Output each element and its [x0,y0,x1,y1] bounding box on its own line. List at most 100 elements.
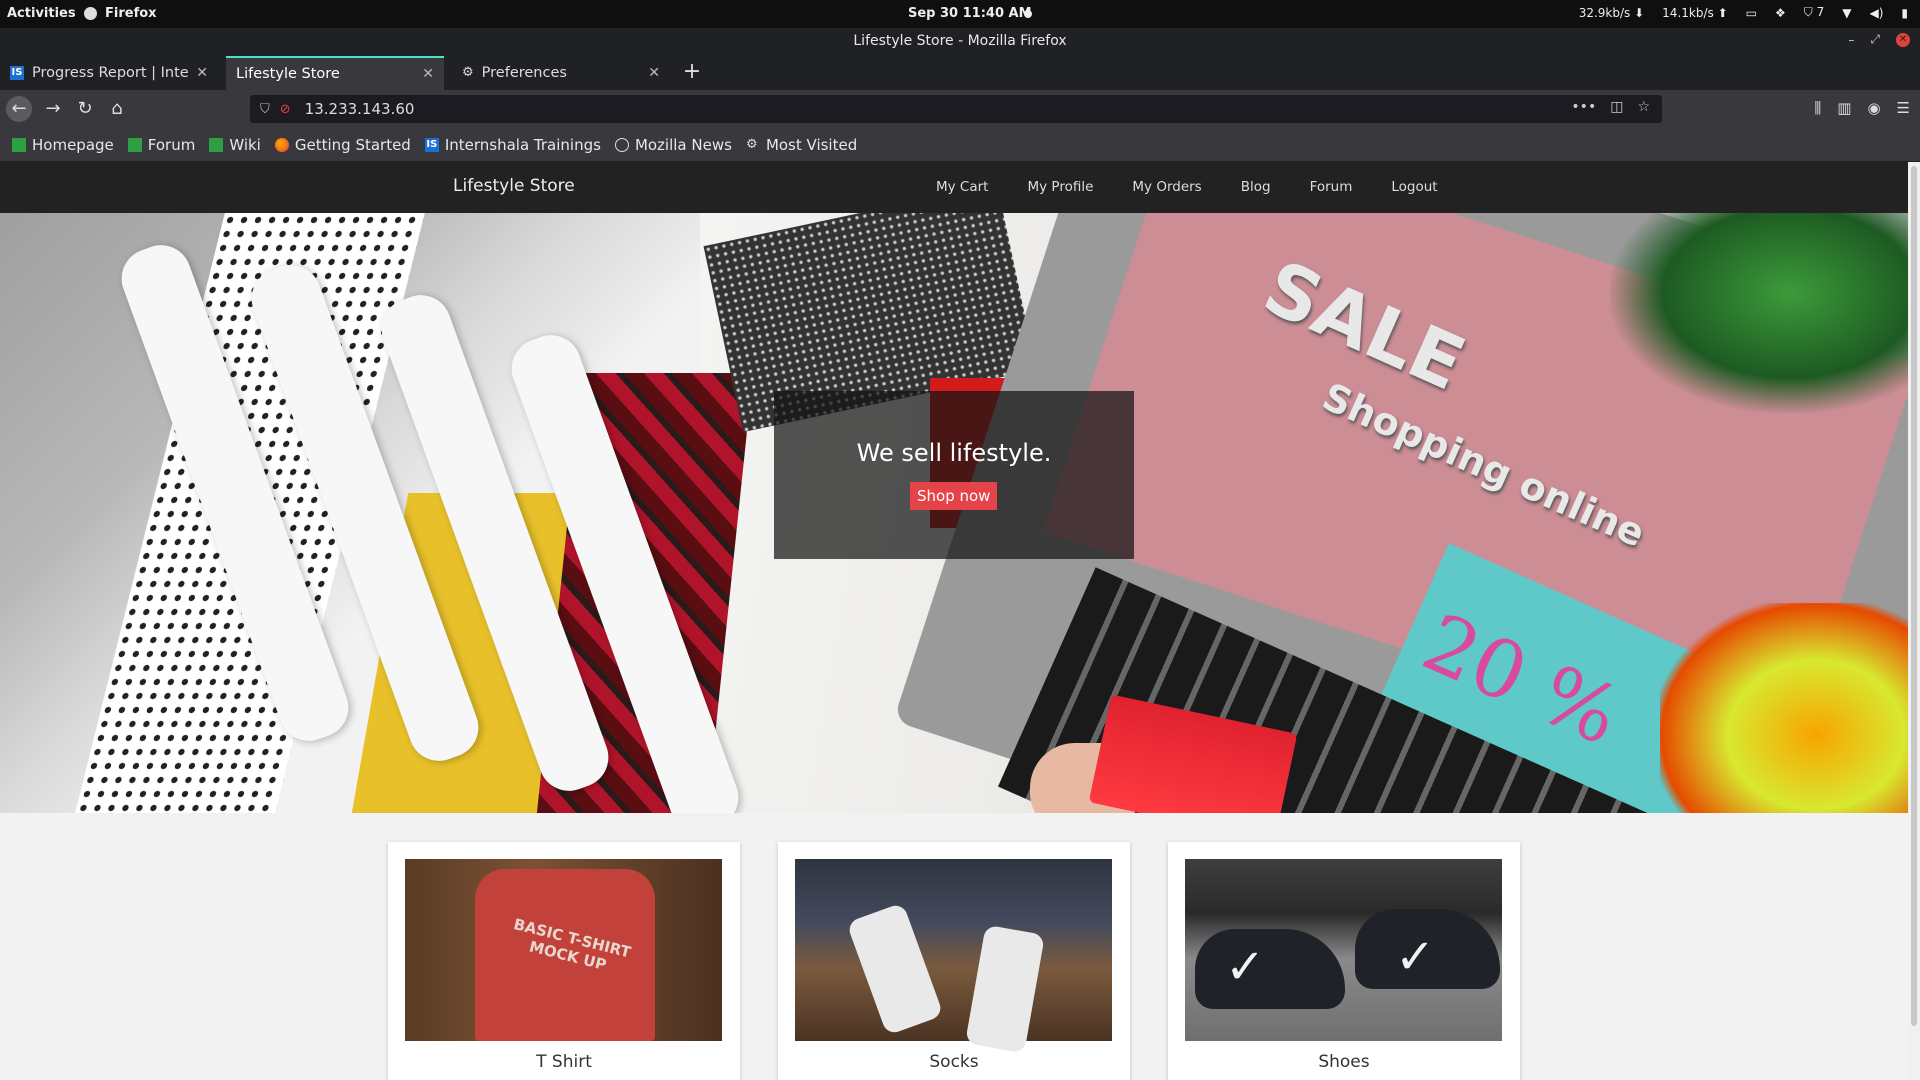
bookmark-star-icon[interactable]: ☆ [1637,99,1650,115]
site-brand[interactable]: Lifestyle Store [453,176,575,196]
swoosh-logo: ✓ [1225,939,1266,995]
tab-progress-report[interactable]: IS Progress Report | Interr ✕ [0,56,218,90]
socks-image[interactable] [795,859,1112,1054]
window-title-bar: Lifestyle Store - Mozilla Firefox – ⤢ ✕ [0,28,1920,56]
product-caption[interactable]: Socks [778,1052,1130,1072]
shield-count: 7 [1816,5,1825,19]
app-menu[interactable]: Firefox [84,6,157,21]
scarf-image [1660,603,1908,813]
library-icon[interactable]: ⫼ [1814,99,1821,117]
home-button[interactable]: ⌂ [104,96,130,122]
hero-banner: SALE Shopping online 20 % We sell lifest… [0,213,1908,813]
address-bar-actions: ••• ◫ ☆ [1571,99,1650,115]
close-icon[interactable]: ✕ [422,66,434,82]
forward-button[interactable]: → [40,96,66,122]
sidebar-icon[interactable]: ▥ [1837,99,1851,117]
battery-icon[interactable]: ▮ [1901,6,1908,20]
wifi-icon[interactable]: ▼ [1842,6,1851,20]
window-controls: – ⤢ ✕ [1848,32,1910,47]
bookmark-internshala-trainings[interactable]: IS Internshala Trainings [424,135,601,154]
tab-label: Preferences [481,65,567,81]
shop-now-button[interactable]: Shop now [910,482,998,510]
minimize-icon[interactable]: – [1848,33,1854,47]
web-page: Lifestyle Store My Cart My Profile My Or… [0,162,1908,1080]
gear-icon: ⚙ [462,65,474,80]
gear-icon: ⚙ [745,136,758,152]
hero-headline: We sell lifestyle. [856,439,1052,467]
sock-right [965,924,1045,1054]
url-text[interactable]: 13.233.143.60 [305,100,415,118]
nav-my-cart[interactable]: My Cart [936,179,988,195]
nav-blog[interactable]: Blog [1241,179,1271,195]
nav-my-orders[interactable]: My Orders [1132,179,1201,195]
bookmark-wiki[interactable]: Wiki [209,136,261,154]
page-scrollbar[interactable] [1908,162,1920,1080]
internshala-icon: IS [424,137,439,152]
bookmark-homepage[interactable]: Homepage [12,136,114,154]
shoes-image[interactable]: ✓ ✓ [1185,859,1502,1041]
keyboard-icon[interactable]: ▭ [1746,6,1757,20]
system-tray[interactable]: 32.9kb/s ⬇ 14.1kb/s ⬆ ▭ ❖ ⛉ 7 ▼ ◀) ▮ [1579,5,1908,20]
tab-label: Lifestyle Store [236,66,340,82]
shield-icon[interactable]: ⛉ [260,102,270,117]
insecure-lock-icon[interactable]: ⊘ [280,102,291,117]
nav-my-profile[interactable]: My Profile [1027,179,1093,195]
bookmark-label: Most Visited [765,135,858,154]
tab-preferences[interactable]: ⚙ Preferences ✕ [452,56,670,90]
bookmark-getting-started[interactable]: Getting Started [274,136,411,154]
tab-lifestyle-store[interactable]: Lifestyle Store ✕ [226,56,444,90]
arrow-up-icon: ⬆ [1717,5,1728,20]
new-tab-button[interactable]: + [680,60,704,86]
nav-logout[interactable]: Logout [1391,179,1437,195]
pocket-icon[interactable]: ◫ [1610,99,1623,115]
product-caption[interactable]: T Shirt [388,1052,740,1072]
product-card-socks[interactable]: Socks [778,842,1130,1080]
close-icon[interactable]: ✕ [196,65,208,81]
page-actions-icon[interactable]: ••• [1571,99,1596,115]
menu-icon[interactable]: ☰ [1897,99,1910,117]
net-up-speed: 14.1kb/s ⬆ [1662,6,1727,20]
globe-icon [614,137,629,152]
swoosh-logo: ✓ [1395,929,1436,985]
net-down-speed: 32.9kb/s ⬇ [1579,6,1644,20]
bookmark-forum[interactable]: Forum [127,135,196,154]
address-bar[interactable]: ⛉ ⊘ 13.233.143.60 ••• ◫ ☆ [250,95,1662,123]
notification-dot [1024,10,1032,18]
tab-strip: IS Progress Report | Interr ✕ Lifestyle … [0,56,1920,90]
reload-button[interactable]: ↻ [72,96,98,122]
maximize-icon[interactable]: ⤢ [1870,32,1880,47]
net-up-value: 14.1kb/s [1662,5,1714,20]
bookmark-label: Internshala Trainings [444,135,601,154]
green-bars-icon [12,137,26,152]
tab-label: Progress Report | Interr [32,65,189,81]
bookmark-label: Wiki [229,135,261,154]
tshirt-image[interactable]: BASIC T-SHIRT MOCK UP [405,859,722,1041]
extension-icon[interactable]: ❖ [1775,6,1786,20]
clock[interactable]: Sep 30 11:40 AM [908,6,1032,21]
net-down-value: 32.9kb/s [1578,5,1631,20]
bookmark-most-visited[interactable]: ⚙ Most Visited [746,136,857,154]
volume-icon[interactable]: ◀) [1869,6,1883,20]
back-button[interactable]: ← [6,96,32,122]
product-caption[interactable]: Shoes [1168,1052,1520,1072]
bookmark-mozilla-news[interactable]: Mozilla News [614,136,732,154]
bookmark-label: Homepage [32,135,114,154]
green-bars-icon [209,137,224,152]
sock-left [846,902,944,1036]
green-bars-icon [127,137,142,152]
bookmark-label: Forum [147,135,196,154]
activities-button[interactable]: Activities [7,6,76,21]
close-window-icon[interactable]: ✕ [1896,32,1910,47]
close-icon[interactable]: ✕ [648,65,660,81]
product-card-shoes[interactable]: ✓ ✓ Shoes [1168,842,1520,1080]
nav-forum[interactable]: Forum [1310,179,1353,195]
account-icon[interactable]: ◉ [1867,99,1880,117]
shield-icon[interactable]: ⛉ 7 [1804,5,1824,20]
app-name: Firefox [105,6,157,21]
bookmarks-toolbar: Homepage Forum Wiki Getting Started IS In… [0,128,1920,162]
product-card-tshirt[interactable]: BASIC T-SHIRT MOCK UP T Shirt [388,842,740,1080]
system-top-bar: Activities Firefox Sep 30 11:40 AM 32.9k… [0,0,1920,28]
site-nav-links: My Cart My Profile My Orders Blog Forum … [936,179,1438,195]
scrollbar-thumb[interactable] [1911,166,1917,1026]
firefox-icon [274,137,289,152]
